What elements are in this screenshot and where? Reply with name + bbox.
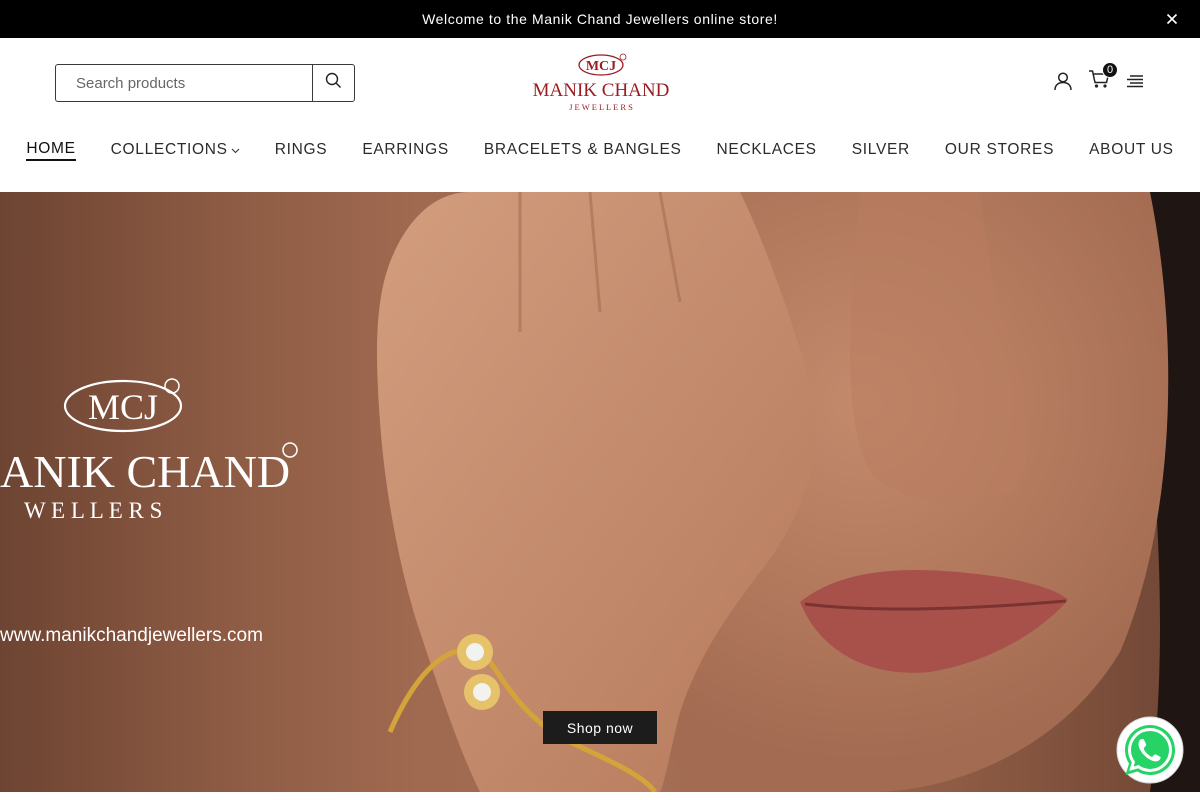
nav-item-label: NECKLACES <box>716 141 817 158</box>
main-nav: HOME COLLECTIONS RINGS EARRINGS BRACELET… <box>0 138 1200 162</box>
cart-count-badge: 0 <box>1102 62 1118 78</box>
menu-icon[interactable] <box>1124 70 1146 92</box>
header-actions: 0 <box>1052 62 1146 92</box>
announcement-text: Welcome to the Manik Chand Jewellers onl… <box>422 11 778 27</box>
nav-item-collections[interactable]: COLLECTIONS <box>93 138 257 162</box>
search-button[interactable] <box>312 65 354 101</box>
search-input[interactable] <box>56 65 313 101</box>
nav-item-necklaces[interactable]: NECKLACES <box>699 138 834 162</box>
hero-website-url: www.manikchandjewellers.com <box>0 625 263 646</box>
nav-item-label: ABOUT US <box>1089 141 1174 158</box>
logo-name: MANIK CHAND <box>533 80 670 101</box>
whatsapp-button[interactable] <box>1116 716 1184 784</box>
search-form <box>55 64 355 102</box>
logo-monogram: MCJ <box>586 59 616 74</box>
nav-item-earrings[interactable]: EARRINGS <box>345 138 467 162</box>
site-header: MCJ MANIK CHAND J E W E L L E R S 0 HOME… <box>0 38 1200 192</box>
site-logo[interactable]: MCJ MANIK CHAND J E W E L L E R S <box>526 52 676 114</box>
chevron-down-icon <box>231 141 240 159</box>
nav-item-label: COLLECTIONS <box>110 141 228 158</box>
logo-tagline: J E W E L L E R S <box>569 102 633 112</box>
hero-banner: MCJ ANIK CHAND W E L L E R S www.manikch… <box>0 192 1200 792</box>
nav-item-label: OUR STORES <box>944 141 1055 158</box>
announcement-bar: Welcome to the Manik Chand Jewellers onl… <box>0 0 1200 38</box>
nav-item-our-stores[interactable]: OUR STORES <box>927 138 1071 162</box>
nav-item-label: EARRINGS <box>362 141 449 158</box>
user-icon[interactable] <box>1052 70 1074 92</box>
nav-item-bracelets-bangles[interactable]: BRACELETS & BANGLES <box>466 138 699 162</box>
search-icon <box>325 72 342 94</box>
hero-brand-monogram: MCJ <box>88 387 158 427</box>
nav-item-label: RINGS <box>274 141 328 158</box>
nav-item-about-us[interactable]: ABOUT US <box>1072 138 1192 162</box>
nav-item-silver[interactable]: SILVER <box>834 138 927 162</box>
nav-item-label: SILVER <box>851 141 910 158</box>
nav-item-home[interactable]: HOME <box>9 138 93 162</box>
nav-item-label: HOME <box>26 140 76 161</box>
shop-now-button[interactable]: Shop now <box>543 711 657 744</box>
hero-brand-logo: MCJ ANIK CHAND W E L L E R S <box>0 372 320 532</box>
whatsapp-icon <box>1116 716 1184 788</box>
nav-item-rings[interactable]: RINGS <box>257 138 345 162</box>
hero-brand-name: ANIK CHAND <box>0 446 290 497</box>
cart-button[interactable]: 0 <box>1088 62 1118 92</box>
close-icon[interactable] <box>1162 9 1182 29</box>
nav-item-label: BRACELETS & BANGLES <box>483 141 682 158</box>
hero-brand-tagline: W E L L E R S <box>24 498 162 523</box>
